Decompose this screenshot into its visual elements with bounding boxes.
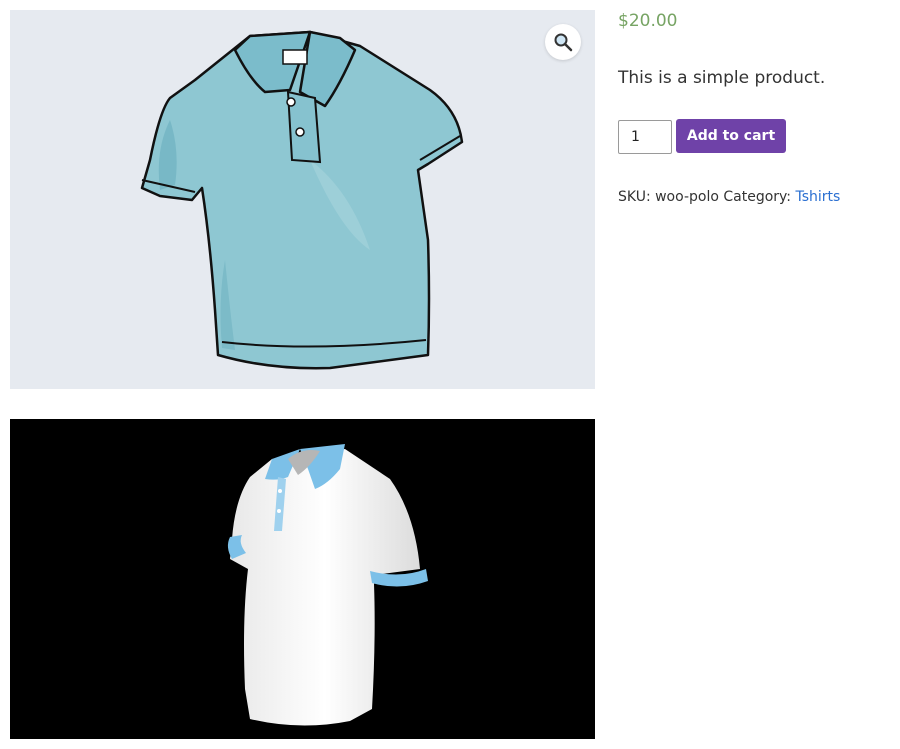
- product-price: $20.00: [618, 11, 678, 31]
- polo-shirt-sketch-image: [140, 30, 464, 370]
- white-polo-shirt-render-image: [227, 444, 428, 726]
- magnifier-icon: [554, 33, 573, 52]
- product-meta: SKU: woo-polo Category: Tshirts: [618, 189, 840, 205]
- add-to-cart-button[interactable]: Add to cart: [676, 119, 786, 153]
- sku-value: woo-polo: [655, 189, 719, 205]
- quantity-input[interactable]: [618, 120, 672, 154]
- add-to-cart-form: Add to cart: [618, 119, 888, 155]
- category-link[interactable]: Tshirts: [795, 189, 840, 205]
- category-label: Category:: [723, 189, 792, 205]
- zoom-button[interactable]: [545, 24, 581, 60]
- product-image-main[interactable]: [10, 10, 595, 389]
- product-short-description: This is a simple product.: [618, 68, 826, 88]
- product-image-secondary[interactable]: [10, 419, 595, 739]
- sku-label: SKU:: [618, 189, 651, 205]
